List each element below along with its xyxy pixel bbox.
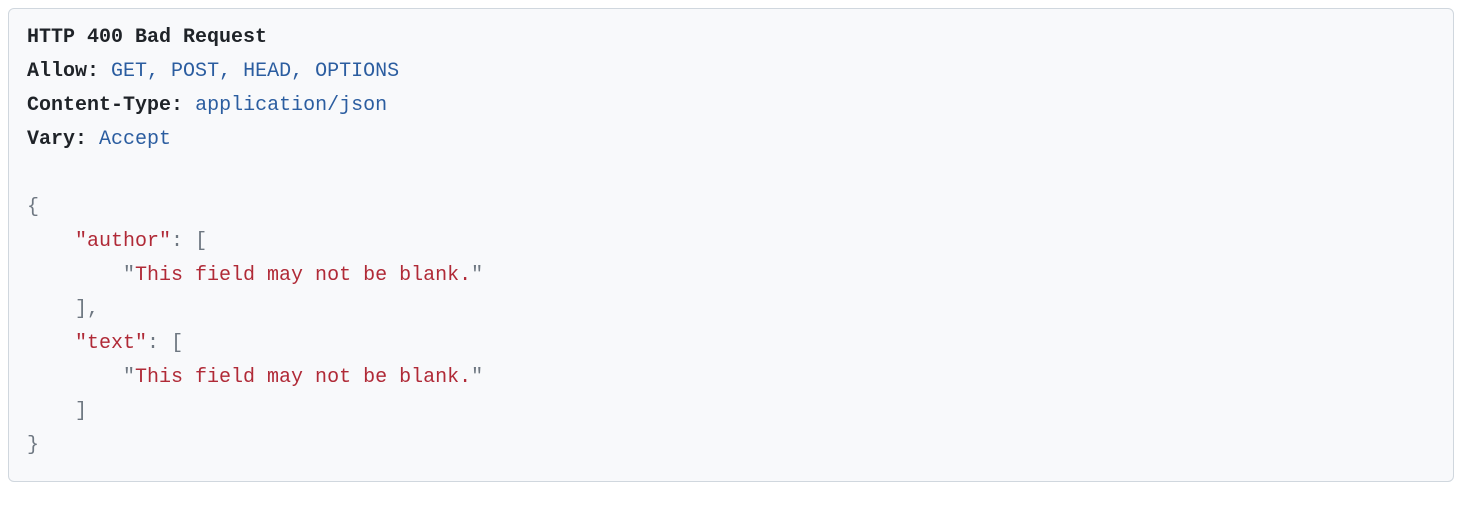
http-response-pre: HTTP 400 Bad Request Allow: GET, POST, H… [27,21,1435,463]
json-open-brace: { [27,196,39,219]
json-open-bracket: [ [171,332,183,355]
header-name-0: Allow [27,60,87,83]
header-value-2: Accept [99,128,171,151]
json-str-author-0: This field may not be blank. [135,264,471,287]
json-quote: " [123,264,135,287]
header-colon-2: : [75,128,87,151]
json-str-text-0: This field may not be blank. [135,366,471,389]
json-close-brace: } [27,434,39,457]
header-name-2: Vary [27,128,75,151]
header-colon-1: : [171,94,183,117]
http-response-box: HTTP 400 Bad Request Allow: GET, POST, H… [8,8,1454,482]
json-quote: " [123,366,135,389]
status-line: HTTP 400 Bad Request [27,26,267,49]
header-colon-0: : [87,60,99,83]
json-quote: " [471,264,483,287]
json-open-bracket: [ [195,230,207,253]
json-close-bracket: ], [75,298,99,321]
json-key-author: "author" [75,230,171,253]
json-quote: " [471,366,483,389]
json-key-text: "text" [75,332,147,355]
header-name-1: Content-Type [27,94,171,117]
json-close-bracket: ] [75,400,87,423]
header-value-1: application/json [195,94,387,117]
json-colon: : [147,332,159,355]
header-value-0: GET, POST, HEAD, OPTIONS [111,60,399,83]
json-colon: : [171,230,183,253]
